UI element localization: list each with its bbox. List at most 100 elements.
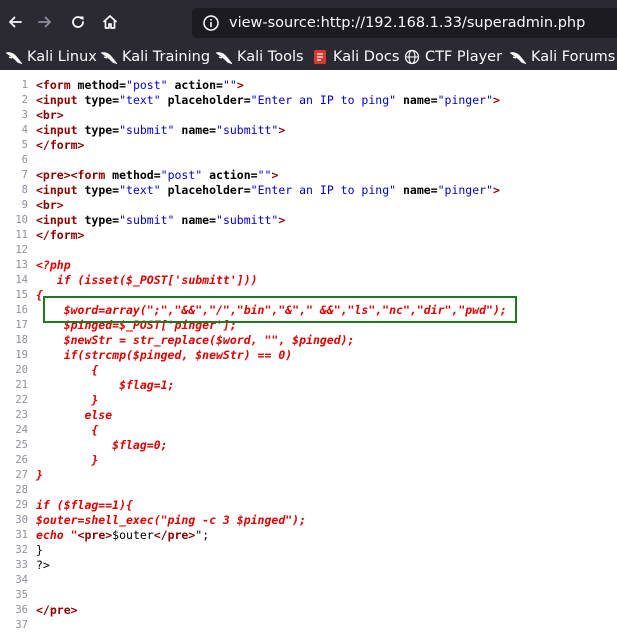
forward-button[interactable] <box>31 8 59 36</box>
code-token: "Enter an IP to ping" <box>250 93 403 107</box>
browser-toolbar: view-source:http://192.168.1.33/superadm… <box>0 0 617 44</box>
code-token: } <box>36 393 99 407</box>
home-button[interactable] <box>96 8 124 36</box>
line-code: if(strcmp($pinged, $newStr) == 0) <box>36 348 293 363</box>
code-token: action= <box>174 78 223 92</box>
line-number: 17 <box>15 319 28 331</box>
source-line: 34 <box>0 573 617 588</box>
source-line: 24 { <box>0 423 617 438</box>
source-view: 1 <form method="post" action=""> 2 <input t… <box>0 78 617 633</box>
code-token: name= <box>181 123 217 137</box>
line-number: 15 <box>15 289 28 301</box>
source-line: 7 <pre><form method="post" action=""> <box>0 168 617 183</box>
code-token: > <box>278 123 286 137</box>
line-number: 24 <box>15 424 28 436</box>
code-token: "submitt" <box>216 123 279 137</box>
code-token: type= <box>84 93 120 107</box>
line-number: 36 <box>15 604 28 616</box>
line-code: <input type="text" placeholder="Enter an… <box>36 183 500 198</box>
code-token: $outer=shell_exec("ping -c 3 $pinged"); <box>36 513 307 527</box>
code-token: name= <box>181 213 217 227</box>
bookmark-kali-docs[interactable]: Kali Docs <box>308 46 403 68</box>
line-number: 6 <box>21 154 28 166</box>
back-button[interactable] <box>1 8 29 36</box>
code-token: name= <box>402 183 438 197</box>
code-token: "Enter an IP to ping" <box>250 183 403 197</box>
line-code: </pre> <box>36 603 78 618</box>
code-token: { <box>36 363 99 377</box>
line-code: $word=array(";","&&","/","bin","&"," &&"… <box>36 303 507 318</box>
bookmarks-bar: Kali Linux Kali Training Kali Tools Kali… <box>0 44 617 70</box>
bookmark-label: Kali Docs <box>333 49 400 65</box>
line-code: $newStr = str_replace($word, "", $pinged… <box>36 333 355 348</box>
code-token: } <box>36 468 43 482</box>
code-token: "" <box>222 78 237 92</box>
line-number: 21 <box>15 379 28 391</box>
bookmark-kali-forums[interactable]: Kali Forums <box>506 46 617 68</box>
kali-dragon-icon <box>510 52 526 65</box>
line-code: } <box>36 393 98 408</box>
line-number: 34 <box>15 574 28 586</box>
url-bar[interactable]: view-source:http://192.168.1.33/superadm… <box>192 8 617 38</box>
line-number: 18 <box>15 334 28 346</box>
arrow-left-icon <box>9 16 22 28</box>
line-code: <?php <box>36 258 71 273</box>
code-token: else <box>36 408 113 422</box>
line-number: 13 <box>15 259 28 271</box>
code-token: > <box>271 168 279 182</box>
line-number: 19 <box>15 349 28 361</box>
line-number: 20 <box>15 364 28 376</box>
code-token: method= <box>77 78 127 92</box>
line-code: } <box>36 468 43 483</box>
source-line: 32} <box>0 543 617 558</box>
source-line: 21 $flag=1; <box>0 378 617 393</box>
code-token: "pinger" <box>437 93 493 107</box>
source-line: 4 <input type="submit" name="submitt"> <box>0 123 617 138</box>
line-number: 37 <box>15 619 28 631</box>
line-number: 33 <box>15 559 28 571</box>
code-token: } <box>36 543 43 557</box>
source-line: 37 <box>0 618 617 633</box>
source-line: 8 <input type="text" placeholder="Enter a… <box>0 183 617 198</box>
url-text[interactable]: view-source:http://192.168.1.33/superadm… <box>229 15 585 31</box>
bookmark-label: Kali Forums <box>531 49 616 65</box>
home-icon <box>102 15 118 29</box>
code-token: > <box>236 78 244 92</box>
code-token: $flag=1; <box>36 378 175 392</box>
source-line: 30 $outer=shell_exec("ping -c 3 $pinged")… <box>0 513 617 528</box>
bookmark-kali-linux[interactable]: Kali Linux <box>2 46 101 68</box>
source-line: 16 $word=array(";","&&","/","bin","&"," … <box>0 303 617 318</box>
bookmark-ctf-player[interactable]: CTF Player <box>400 46 506 68</box>
source-line: 19 if(strcmp($pinged, $newStr) == 0) <box>0 348 617 363</box>
kali-docs-icon <box>314 50 326 64</box>
line-code: $outer=shell_exec("ping -c 3 $pinged"); <box>36 513 306 528</box>
line-code: </form> <box>36 138 84 153</box>
line-number: 2 <box>21 94 28 106</box>
code-token: placeholder= <box>167 93 251 107</box>
code-token: </pre> <box>153 528 196 542</box>
bookmark-kali-tools[interactable]: Kali Tools <box>212 46 308 68</box>
line-number: 30 <box>15 514 28 526</box>
code-token: <pre> <box>36 168 71 182</box>
line-code: $flag=0; <box>36 438 167 453</box>
line-code: if ($flag==1){ <box>36 498 133 513</box>
info-icon[interactable] <box>202 14 220 32</box>
code-token: <input <box>36 183 85 197</box>
code-token: "submitt" <box>216 213 279 227</box>
source-line: 17 $pinged=$_POST['pinger']; <box>0 318 617 333</box>
code-token: "submit" <box>119 123 182 137</box>
line-code: if (isset($_POST['submitt'])) <box>36 273 258 288</box>
line-code: <input type="text" placeholder="Enter an… <box>36 93 500 108</box>
source-line: 12 <box>0 243 617 258</box>
bookmark-kali-training[interactable]: Kali Training <box>97 46 214 68</box>
line-number: 22 <box>15 394 28 406</box>
source-line: 11 </form> <box>0 228 617 243</box>
source-line: 10 <input type="submit" name="submitt"> <box>0 213 617 228</box>
kali-dragon-icon <box>6 52 22 65</box>
line-code: ?> <box>36 558 50 573</box>
line-code: echo "<pre>$outer</pre>"; <box>36 528 209 543</box>
code-token: { <box>36 423 99 437</box>
source-line: 9 <br> <box>0 198 617 213</box>
reload-button[interactable] <box>64 8 92 36</box>
line-code: { <box>36 363 98 378</box>
